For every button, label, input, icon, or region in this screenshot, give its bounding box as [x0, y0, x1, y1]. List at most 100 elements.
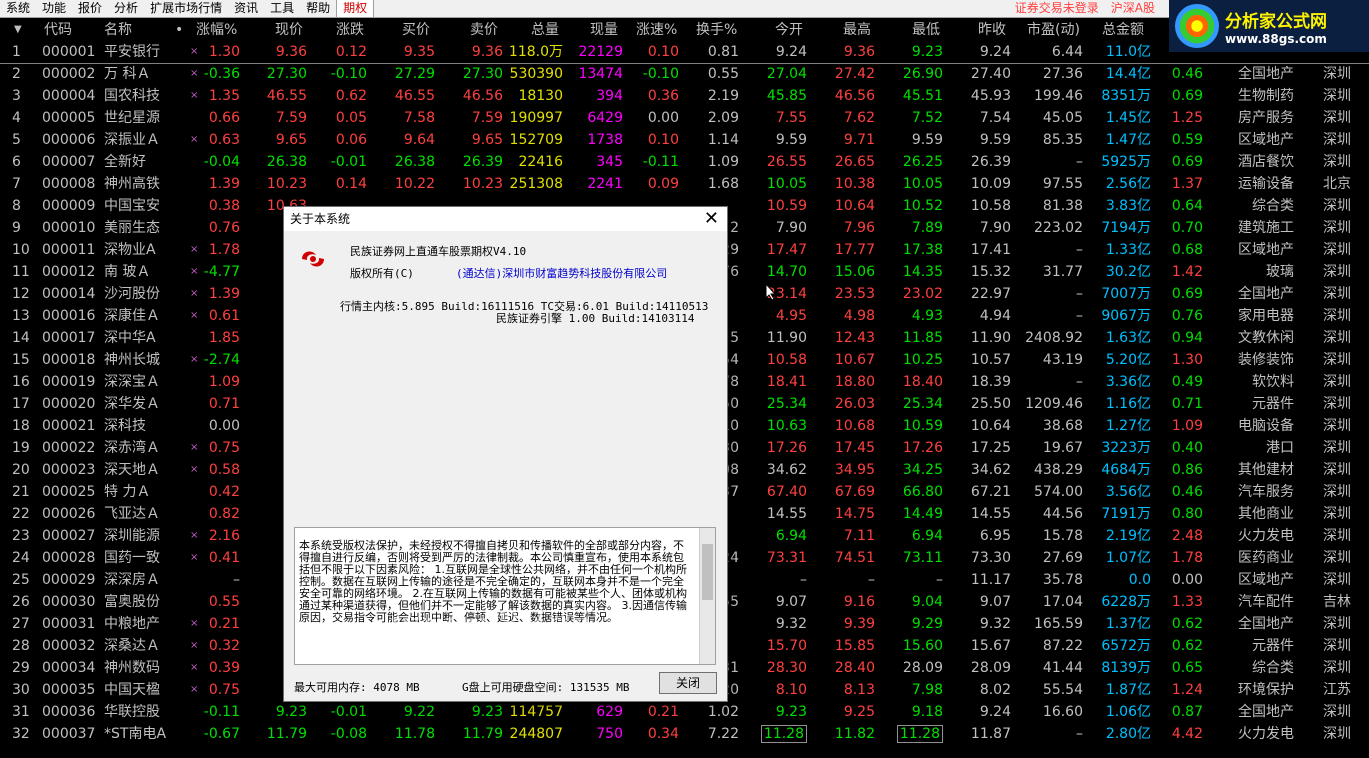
col-bid[interactable]: 买价	[402, 19, 430, 41]
quote-table-header: ▼ 代码 名称 • 涨幅% 现价 涨跌 买价 卖价 总量 现量 涨速% 换手% …	[0, 19, 1369, 41]
stock-name: 万 科Ａ	[104, 66, 151, 82]
menu-quote[interactable]: 报价	[72, 0, 108, 17]
notice-scroll-thumb[interactable]	[702, 544, 713, 600]
cell-prev: 34.62	[970, 462, 1011, 478]
cell-lb: 1.37	[1171, 176, 1203, 192]
row-index: 3	[12, 88, 21, 104]
cell-area: 深圳	[1323, 484, 1351, 500]
cell-prev: 17.41	[970, 242, 1011, 258]
table-row[interactable]: 31 000036 华联控股 -0.11 9.23 -0.01 9.22 9.23 114757…	[0, 701, 1369, 723]
row-index: 21	[12, 484, 30, 500]
notice-scrollbar[interactable]	[699, 528, 715, 664]
stock-name: 深科技	[104, 418, 146, 434]
stock-code: 000022	[42, 440, 96, 456]
table-row[interactable]: 7 000008 神州高铁 1.39 10.23 0.14 10.22 10.23 251308…	[0, 173, 1369, 195]
cell-lb: 0.62	[1171, 616, 1203, 632]
cell-prev: 11.17	[970, 572, 1011, 588]
menu-extended-market[interactable]: 扩展市场行情	[144, 0, 228, 17]
cell-area: 深圳	[1323, 88, 1351, 104]
stock-code: 000005	[42, 110, 96, 126]
stock-name: 平安银行	[104, 44, 160, 60]
stock-name: 中国天楹	[104, 682, 160, 698]
table-row[interactable]: 6 000007 全新好 -0.04 26.38 -0.01 26.38 26.39 22416…	[0, 151, 1369, 173]
menu-system[interactable]: 系统	[0, 0, 36, 17]
col-amount[interactable]: 总金额	[1102, 19, 1144, 41]
stock-code: 000020	[42, 396, 96, 412]
row-index: 24	[12, 550, 30, 566]
cell-prev: 45.93	[970, 88, 1011, 104]
table-row[interactable]: 5 000006 深振业Ａ × 0.63 9.65 0.06 9.64 9.65 152709 17…	[0, 129, 1369, 151]
row-index: 15	[12, 352, 30, 368]
cell-prev: 28.09	[970, 660, 1011, 676]
col-prev-close[interactable]: 昨收	[978, 19, 1006, 41]
dialog-title: 关于本系统	[290, 212, 351, 226]
row-index: 19	[12, 440, 30, 456]
stock-name: 深中华A	[104, 330, 156, 346]
cell-lb: 0.70	[1171, 220, 1203, 236]
stock-name: 深深宝Ａ	[104, 374, 160, 390]
row-index: 8	[12, 198, 21, 214]
menu-analysis[interactable]: 分析	[108, 0, 144, 17]
col-change-pct[interactable]: 涨幅%	[196, 19, 237, 41]
cell-lb: 1.24	[1171, 682, 1203, 698]
col-ask[interactable]: 卖价	[470, 19, 498, 41]
close-button[interactable]: 关闭	[659, 672, 717, 694]
menu-help[interactable]: 帮助	[300, 0, 336, 17]
col-high[interactable]: 最高	[843, 19, 871, 41]
cell-lb: 0.46	[1171, 66, 1203, 82]
stock-code: 000034	[42, 660, 96, 676]
col-turnover[interactable]: 换手%	[696, 19, 737, 41]
table-row[interactable]: 2 000002 万 科Ａ × -0.36 27.30 -0.10 27.29 27.30 530…	[0, 63, 1369, 85]
col-open[interactable]: 今开	[775, 19, 803, 41]
dialog-title-bar: 关于本系统 ✕	[284, 207, 727, 231]
copyright-label: 版权所有(C)	[350, 267, 414, 280]
table-row[interactable]: 1 000001 平安银行 × 1.30 9.36 0.12 9.35 9.36 118.0万 22…	[0, 41, 1369, 64]
table-row[interactable]: 32 000037 *ST南电A -0.67 11.79 -0.08 11.78 11.79 2…	[0, 723, 1369, 745]
row-index: 26	[12, 594, 30, 610]
row-index: 30	[12, 682, 30, 698]
cell-lb: 0.94	[1171, 330, 1203, 346]
cell-area: 深圳	[1323, 418, 1351, 434]
col-speed[interactable]: 涨速%	[636, 19, 677, 41]
col-price[interactable]: 现价	[275, 19, 303, 41]
copyright-owner-link[interactable]: (通达信)深圳市财富趋势科技股份有限公司	[456, 265, 667, 281]
row-index: 9	[12, 220, 21, 236]
menu-news[interactable]: 资讯	[228, 0, 264, 17]
stock-name: 南 玻Ａ	[104, 264, 151, 280]
stock-name: 深赤湾Ａ	[104, 440, 160, 456]
col-code[interactable]: 代码	[44, 19, 72, 41]
table-row[interactable]: 3 000004 国农科技 × 1.35 46.55 0.62 46.55 46.56 18130…	[0, 85, 1369, 107]
menu-options[interactable]: 期权	[336, 0, 375, 17]
market-selector[interactable]: 沪深A股	[1105, 0, 1161, 17]
row-index: 14	[12, 330, 30, 346]
stock-code: 000010	[42, 220, 96, 236]
table-row[interactable]: 4 000005 世纪星源 0.66 7.59 0.05 7.58 7.59 190997 642…	[0, 107, 1369, 129]
cell-area: 深圳	[1323, 462, 1351, 478]
col-volume[interactable]: 总量	[531, 19, 559, 41]
row-index: 25	[12, 572, 30, 588]
col-name[interactable]: 名称	[104, 19, 132, 41]
cell-prev: 15.67	[970, 638, 1011, 654]
row-index: 17	[12, 396, 30, 412]
menu-tools[interactable]: 工具	[264, 0, 300, 17]
col-low[interactable]: 最低	[912, 19, 940, 41]
stock-name: 特 力Ａ	[104, 484, 151, 500]
row-index: 29	[12, 660, 30, 676]
row-index: 11	[12, 264, 30, 280]
trade-login-status[interactable]: 证券交易未登录	[1009, 0, 1105, 17]
menu-function[interactable]: 功能	[36, 0, 72, 17]
logo-url: www.88gs.com	[1225, 31, 1327, 46]
close-icon[interactable]: ✕	[704, 207, 719, 231]
license-notice-box[interactable]: 本系统受版权法保护，未经授权不得擅自拷贝和传播软件的全部或部分内容，不得擅自进行…	[294, 527, 716, 665]
col-change[interactable]: 涨跌	[336, 19, 364, 41]
col-cur-volume[interactable]: 现量	[590, 19, 618, 41]
cell-prev: 10.58	[970, 198, 1011, 214]
cell-area: 深圳	[1323, 638, 1351, 654]
col-pe[interactable]: 市盈(动)	[1027, 19, 1080, 41]
cell-prev: 67.21	[970, 484, 1011, 500]
about-dialog: 关于本系统 ✕ 民族证券网上直通车股票期权V4.10 版权所有(C) (通达信)…	[283, 206, 728, 702]
stock-code: 000014	[42, 286, 96, 302]
cell-area: 深圳	[1323, 440, 1351, 456]
cell-lb: 0.00	[1171, 572, 1203, 588]
sort-arrow-icon[interactable]: ▼	[14, 19, 22, 41]
